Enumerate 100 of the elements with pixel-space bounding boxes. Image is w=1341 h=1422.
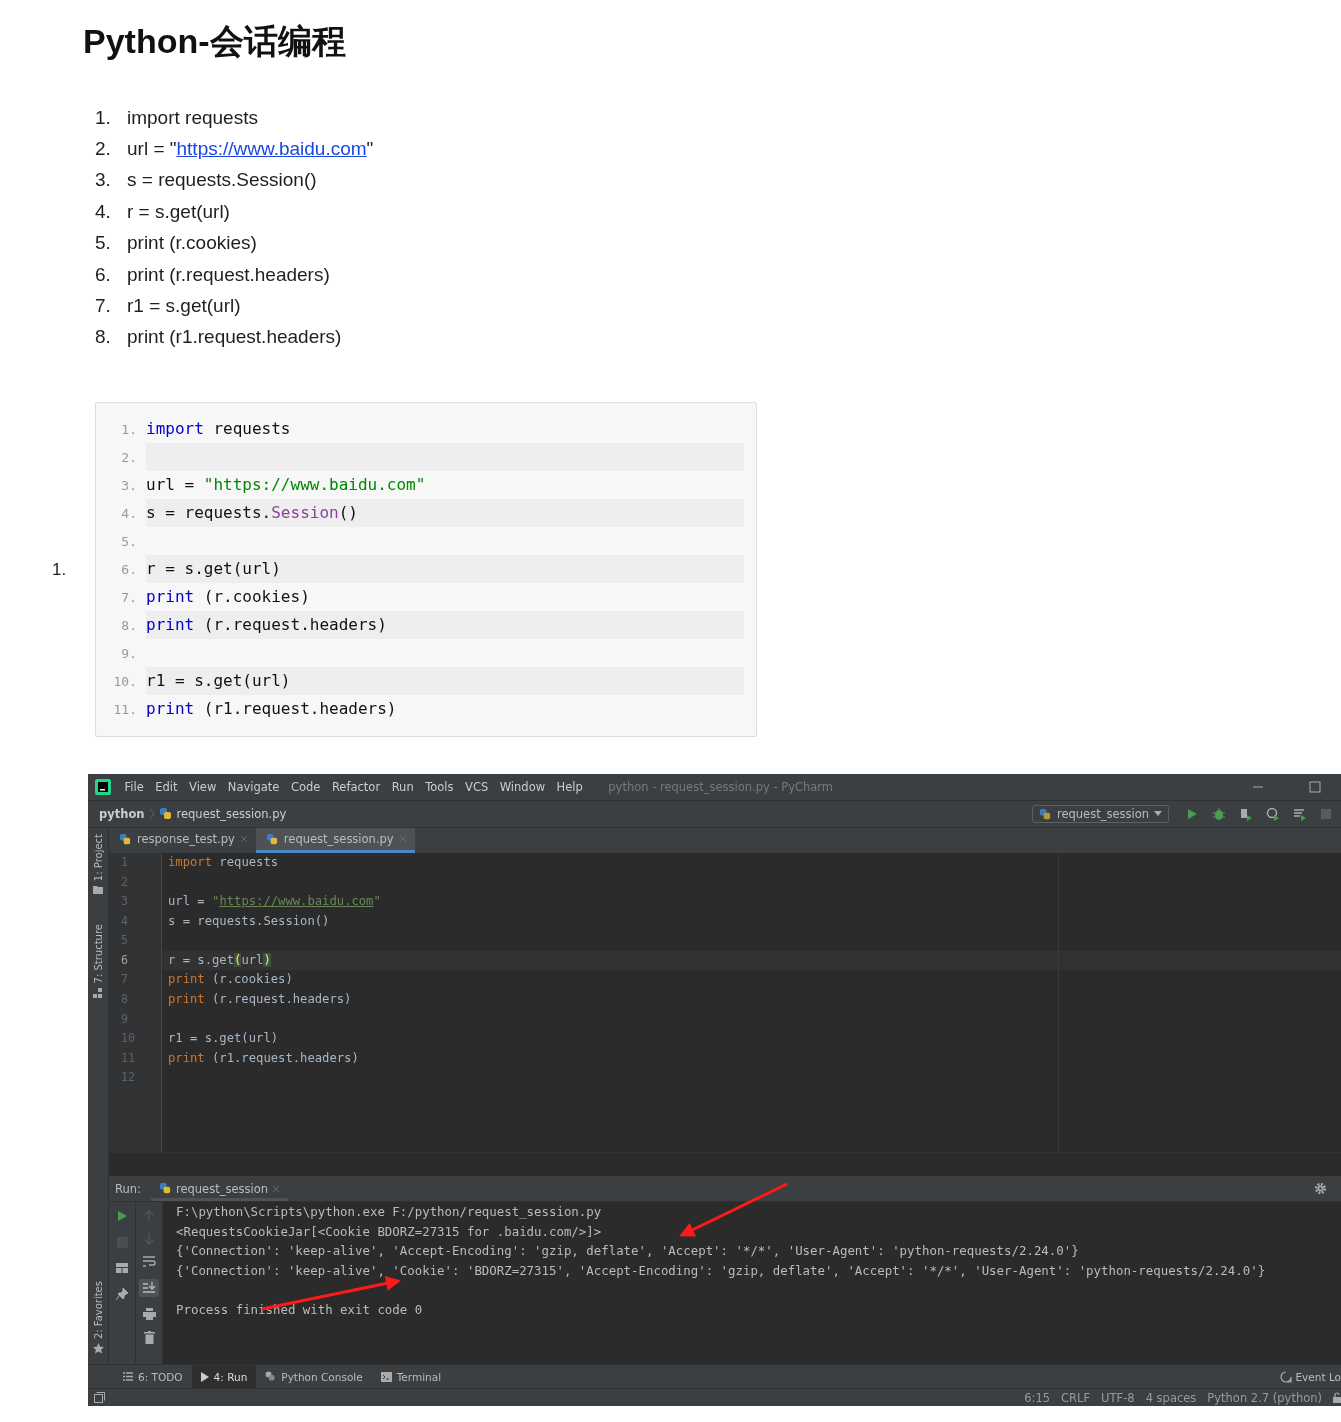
tool-window-tab[interactable]: Python Console	[256, 1365, 372, 1389]
code-line: print (r.request.headers)	[168, 991, 352, 1006]
file-tab[interactable]: request_session.py	[255, 828, 415, 854]
python-icon	[158, 1182, 172, 1196]
list-run-icon[interactable]	[1293, 807, 1307, 822]
list-number: 7.	[95, 295, 112, 318]
code-line: s = requests.Session()	[168, 913, 330, 928]
menu-item[interactable]: Code	[290, 780, 321, 795]
list-number: 6.	[95, 263, 112, 286]
console-line: Process finished with exit code 0	[176, 1301, 424, 1320]
code-line: print (r1.request.headers)	[168, 1050, 359, 1065]
list-item-text: print (r.request.headers)	[127, 263, 330, 286]
app-logo-icon	[95, 779, 111, 796]
line-number: 10.	[112, 673, 138, 689]
star-icon	[92, 1343, 104, 1355]
status-item[interactable]: 6:15	[1024, 1390, 1051, 1405]
favorites-tool-tab[interactable]: 2: Favorites	[92, 1281, 104, 1355]
line-number: 3.	[120, 477, 138, 493]
menu-item[interactable]: Window	[499, 780, 546, 795]
terminal-icon	[380, 1371, 392, 1382]
list-item-text: r1 = s.get(url)	[127, 295, 241, 318]
menu-item[interactable]: Tools	[425, 780, 454, 795]
window-title: python - request_session.py - PyCharm	[608, 780, 835, 795]
maximize-icon[interactable]	[1309, 781, 1321, 794]
caret-icon	[1154, 811, 1162, 818]
menu-item[interactable]: VCS	[465, 780, 489, 795]
run-icon[interactable]	[1185, 807, 1199, 822]
url-link[interactable]: https://www.baidu.com	[176, 138, 367, 160]
python-icon	[1038, 807, 1052, 821]
code-line: print (r1.request.headers)	[146, 698, 398, 721]
menu-item[interactable]: Navigate	[227, 780, 280, 795]
list-number: 2.	[95, 138, 112, 161]
bug-icon[interactable]	[1212, 807, 1226, 822]
code-line: import requests	[146, 418, 292, 441]
menu-item[interactable]: Edit	[155, 780, 178, 795]
close-icon[interactable]	[272, 1184, 280, 1193]
project-tool-tab[interactable]: 1: Project	[92, 834, 104, 895]
folder-icon	[93, 885, 103, 895]
status-item[interactable]: CRLF	[1061, 1390, 1091, 1405]
lock-icon[interactable]	[1333, 1392, 1341, 1404]
clock-icon[interactable]	[1266, 807, 1280, 822]
print-icon[interactable]	[142, 1308, 156, 1321]
list-icon	[123, 1372, 133, 1382]
play-icon	[200, 1371, 209, 1382]
page-title: Python-会话编程	[82, 21, 347, 62]
breadcrumb-item[interactable]: request_session.py	[176, 807, 287, 822]
file-tab[interactable]: response_test.py	[109, 828, 256, 854]
tool-window-tab[interactable]: Terminal	[371, 1365, 451, 1389]
list-number: 3.	[95, 169, 112, 192]
list-number: 1.	[95, 106, 112, 129]
list-number: 1.	[51, 559, 68, 580]
list-number: 8.	[95, 326, 112, 349]
code-line: import requests	[168, 855, 279, 870]
menu-item[interactable]: Run	[391, 780, 414, 795]
code-line: print (r.cookies)	[168, 972, 293, 987]
wrap-icon[interactable]	[142, 1256, 156, 1269]
status-item[interactable]: UTF-8	[1101, 1390, 1135, 1405]
list-item-text: s = requests.Session()	[127, 169, 317, 192]
trash-icon[interactable]	[143, 1331, 155, 1345]
breadcrumb-item[interactable]: python	[99, 807, 145, 822]
list-item-text: r = s.get(url)	[127, 200, 230, 223]
chevron-icon	[148, 808, 155, 821]
python-icon	[265, 1371, 277, 1383]
list-item-text: print (r.cookies)	[127, 232, 257, 255]
run-icon[interactable]	[116, 1210, 128, 1223]
code-line: url = "https://www.baidu.com"	[146, 474, 427, 497]
panel-toggle-icon[interactable]	[94, 1392, 105, 1404]
status-item[interactable]: Python 2.7 (python)	[1207, 1390, 1322, 1405]
list-number: 4.	[95, 200, 112, 223]
line-number: 6.	[120, 561, 138, 577]
close-icon[interactable]	[239, 835, 248, 844]
menu-item[interactable]: Help	[556, 780, 583, 795]
structure-icon	[93, 987, 103, 998]
python-file-icon	[158, 807, 173, 822]
python-file-icon	[265, 832, 279, 846]
tool-window-tab[interactable]: 4: Run	[191, 1365, 257, 1389]
pin-icon[interactable]	[116, 1288, 128, 1301]
menu-item[interactable]: Refactor	[331, 780, 381, 795]
scroll-end-icon[interactable]	[139, 1279, 159, 1298]
menu-item[interactable]: File	[124, 780, 144, 795]
structure-tool-tab[interactable]: 7: Structure	[92, 924, 104, 998]
coverage-icon[interactable]	[1239, 807, 1253, 822]
tool-window-tab[interactable]: 6: TODO	[114, 1365, 192, 1389]
status-item[interactable]: 4 spaces	[1145, 1390, 1197, 1405]
console-line: {'Connection': 'keep-alive', 'Cookie': 'BDORZ=27315', 'Accept-Encoding': 'gzip, deflate', 'Accept': '*/*', 'User-Agent': 'python-requests/2.24.0'}	[176, 1261, 1266, 1280]
list-item-text: url = "https://www.baidu.com"	[127, 138, 374, 161]
menu-item[interactable]: View	[189, 780, 217, 795]
line-number: 11.	[112, 701, 138, 717]
line-number: 1.	[120, 421, 138, 437]
event-log-button[interactable]: Event Lo	[1280, 1370, 1341, 1383]
layout-icon[interactable]	[116, 1263, 128, 1274]
code-line: r1 = s.get(url)	[168, 1031, 279, 1046]
settings-icon[interactable]	[1314, 1182, 1327, 1196]
list-number: 5.	[95, 232, 112, 255]
code-line: url = "https://www.baidu.com"	[168, 894, 381, 909]
run-config-dropdown[interactable]: request_session	[1031, 805, 1169, 824]
code-line: print (r.cookies)	[146, 586, 311, 609]
line-number: 9.	[120, 645, 138, 661]
line-number: 4.	[120, 505, 138, 521]
console-line: F:\python\Scripts\python.exe F:/python/request_session.py	[176, 1203, 603, 1222]
